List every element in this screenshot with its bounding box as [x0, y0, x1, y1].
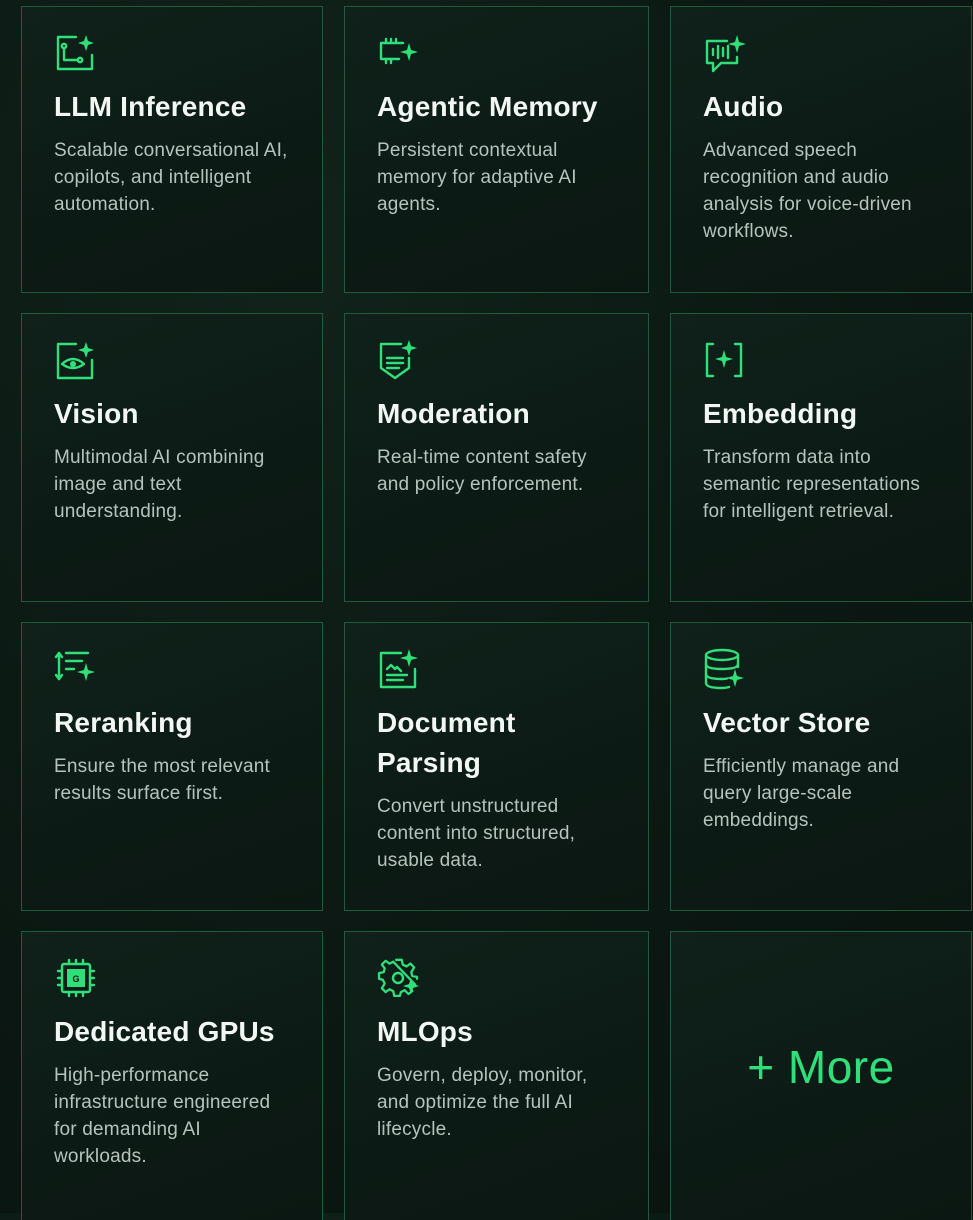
card-embedding[interactable]: Embedding Transform data into semantic r… — [670, 313, 972, 602]
card-description: Persistent contextual memory for adaptiv… — [377, 140, 577, 215]
card-description: Convert unstructured content into struct… — [377, 796, 576, 871]
svg-text:G: G — [72, 974, 79, 984]
more-link[interactable]: + More — [747, 1040, 894, 1094]
workflow-sparkle-icon — [54, 31, 98, 75]
card-title: Moderation — [377, 398, 530, 429]
card-reranking[interactable]: Reranking Ensure the most relevant resul… — [21, 622, 323, 911]
memory-chip-sparkle-icon — [377, 31, 421, 75]
card-title: MLOps — [377, 1016, 473, 1047]
card-title: Audio — [703, 91, 784, 122]
card-description: Multimodal AI combining image and text u… — [54, 447, 265, 522]
card-title: Document Parsing — [377, 707, 516, 778]
card-vision[interactable]: Vision Multimodal AI combining image and… — [21, 313, 323, 602]
document-sparkle-icon — [377, 647, 421, 691]
sort-sparkle-icon — [54, 647, 98, 691]
card-moderation[interactable]: Moderation Real-time content safety and … — [344, 313, 649, 602]
card-title: Vector Store — [703, 707, 871, 738]
card-title: Agentic Memory — [377, 91, 598, 122]
services-grid: LLM Inference Scalable conversational AI… — [21, 6, 973, 1220]
card-llm-inference[interactable]: LLM Inference Scalable conversational AI… — [21, 6, 323, 293]
gpu-chip-icon: G — [54, 956, 98, 1000]
card-vector-store[interactable]: Vector Store Efficiently manage and quer… — [670, 622, 972, 911]
gear-sparkle-icon — [377, 956, 421, 1000]
audio-waveform-sparkle-icon — [703, 31, 747, 75]
card-description: Real-time content safety and policy enfo… — [377, 447, 587, 495]
card-description: Ensure the most relevant results surface… — [54, 756, 271, 804]
card-title: Dedicated GPUs — [54, 1016, 275, 1047]
card-description: High-performance infrastructure engineer… — [54, 1065, 271, 1167]
shield-sparkle-icon — [377, 338, 421, 382]
card-description: Scalable conversational AI, copilots, an… — [54, 140, 288, 215]
card-agentic-memory[interactable]: Agentic Memory Persistent contextual mem… — [344, 6, 649, 293]
card-title: Embedding — [703, 398, 858, 429]
card-mlops[interactable]: MLOps Govern, deploy, monitor, and optim… — [344, 931, 649, 1220]
card-description: Advanced speech recognition and audio an… — [703, 140, 912, 242]
card-title: Reranking — [54, 707, 193, 738]
card-document-parsing[interactable]: Document Parsing Convert unstructured co… — [344, 622, 649, 911]
eye-sparkle-icon — [54, 338, 98, 382]
card-description: Efficiently manage and query large-scale… — [703, 756, 900, 831]
card-title: LLM Inference — [54, 91, 247, 122]
more-card[interactable]: + More — [670, 931, 972, 1220]
card-dedicated-gpus[interactable]: G Dedicated GPUs High-performance infras… — [21, 931, 323, 1220]
card-description: Transform data into semantic representat… — [703, 447, 921, 522]
bracket-sparkle-icon — [703, 338, 747, 382]
database-sparkle-icon — [703, 647, 747, 691]
card-description: Govern, deploy, monitor, and optimize th… — [377, 1065, 588, 1140]
card-audio[interactable]: Audio Advanced speech recognition and au… — [670, 6, 972, 293]
card-title: Vision — [54, 398, 139, 429]
